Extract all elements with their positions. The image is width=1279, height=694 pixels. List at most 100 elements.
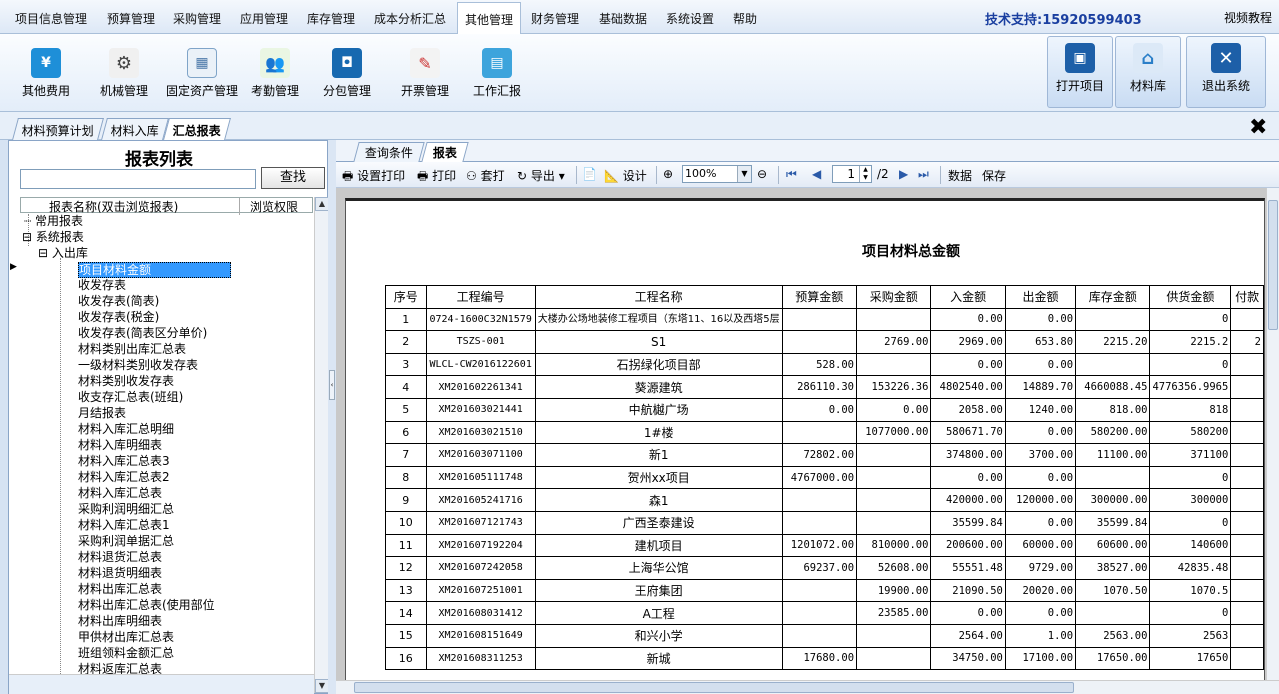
tree-item-report[interactable]: 收发存表(税金) <box>78 310 159 326</box>
horizontal-scroll-thumb[interactable] <box>354 682 1074 693</box>
menu-item-base-data[interactable]: 基础数据 <box>599 10 647 27</box>
work-report-button[interactable]: ▤ 工作汇报 <box>473 48 521 99</box>
report-viewer: 项目材料总金额 序号 工程编号 工程名称 预算金额 采购金额 入金额 出金额 库存金额 供货金额… <box>336 188 1279 694</box>
scroll-up-icon[interactable]: ▲ <box>315 197 329 211</box>
panel-splitter[interactable]: ‹ <box>328 140 336 694</box>
tree-item-report[interactable]: 收支存汇总表(班组) <box>78 390 183 406</box>
report-vertical-scrollbar[interactable] <box>1266 188 1279 680</box>
tree-item-report[interactable]: 材料退货汇总表 <box>78 550 162 566</box>
material-library-button[interactable]: ⌂ 材料库 <box>1115 36 1181 108</box>
page-number-input[interactable]: 1 ▲ ▼ <box>832 165 872 183</box>
tab-query-conditions[interactable]: 查询条件 <box>353 142 425 162</box>
next-page-icon[interactable]: ▶ <box>899 167 908 181</box>
report-cell: XM201608031412 <box>425 601 536 625</box>
subcontract-button[interactable]: ◘ 分包管理 <box>323 48 371 99</box>
tab-report[interactable]: 报表 <box>421 142 469 162</box>
tab-material-inbound[interactable]: 材料入库 <box>101 118 169 140</box>
design-button[interactable]: 📐 设计 <box>604 167 647 184</box>
export-button[interactable]: ↻ 导出 ▾ <box>517 167 565 184</box>
save-button[interactable]: 保存 <box>982 167 1006 184</box>
report-column-header: 出金额 <box>1004 285 1077 309</box>
report-cell: 21090.50 <box>930 578 1006 603</box>
menu-item-inventory[interactable]: 库存管理 <box>307 10 355 27</box>
tree-item-report[interactable]: 材料返库汇总表 <box>78 662 162 674</box>
fixed-assets-button[interactable]: ▦ 固定资产管理 <box>166 48 238 99</box>
first-page-icon[interactable]: ⏮ <box>786 167 797 182</box>
data-button[interactable]: 数据 <box>948 167 972 184</box>
tree-item-report[interactable]: 一级材料类别收发存表 <box>78 358 198 374</box>
machinery-button[interactable]: ⚙ 机械管理 <box>100 48 148 99</box>
tree-item-report[interactable]: 班组领料金额汇总 <box>78 646 174 662</box>
report-cell: 9 <box>385 488 427 512</box>
tree-node-system[interactable]: ⊟ 系统报表 <box>22 230 84 246</box>
close-icon[interactable]: ✖ <box>1249 115 1267 140</box>
overlay-print-button[interactable]: ⚇ 套打 <box>466 167 505 184</box>
tree-item-report[interactable]: 采购利润单据汇总 <box>78 534 174 550</box>
tree-item-report[interactable]: 材料入库汇总表3 <box>78 454 170 470</box>
tree-node-inout[interactable]: ⊟ 入出库 <box>38 246 88 262</box>
zoom-select[interactable]: 100% ▼ <box>682 165 752 183</box>
report-cell: 新城 <box>534 646 783 671</box>
menu-item-other[interactable]: 其他管理 <box>457 2 522 35</box>
prev-page-icon[interactable]: ◀ <box>812 167 821 181</box>
tree-item-report[interactable]: 材料入库明细表 <box>78 438 162 454</box>
page-stepper-icon[interactable]: ▲ ▼ <box>859 166 871 182</box>
tree-item-report[interactable]: 材料类别出库汇总表 <box>78 342 186 358</box>
collapse-left-icon[interactable]: ‹ <box>329 370 335 400</box>
print-button[interactable]: 🖶 打印 <box>417 167 456 188</box>
menu-item-application[interactable]: 应用管理 <box>240 10 288 27</box>
report-cell: 1 <box>385 307 427 332</box>
menu-item-project-info[interactable]: 项目信息管理 <box>15 10 87 27</box>
tree-node-common[interactable]: ┈ 常用报表 <box>24 214 83 230</box>
attendance-button[interactable]: 👥 考勤管理 <box>251 48 299 99</box>
tree-item-report[interactable]: 材料入库汇总表1 <box>78 518 170 534</box>
tree-item-report[interactable]: 材料入库汇总明细 <box>78 422 174 438</box>
menu-item-purchase[interactable]: 采购管理 <box>173 10 221 27</box>
vertical-scroll-thumb[interactable] <box>1268 200 1278 330</box>
menu-item-finance[interactable]: 财务管理 <box>531 10 579 27</box>
report-list-scrollbar[interactable]: ▲ ▼ <box>314 197 329 693</box>
menu-item-budget[interactable]: 预算管理 <box>107 10 155 27</box>
page-setup-button[interactable]: 📄 <box>582 167 597 181</box>
tree-item-report[interactable]: 材料出库明细表 <box>78 614 162 630</box>
report-cell: 0.00 <box>1004 352 1077 377</box>
tree-item-report[interactable]: 收发存表(简表) <box>78 294 159 310</box>
tree-item-report[interactable]: 甲供材出库汇总表 <box>78 630 174 646</box>
tree-item-report[interactable]: 材料出库汇总表 <box>78 582 162 598</box>
find-button[interactable]: 查找 <box>261 167 325 189</box>
video-tutorial-link[interactable]: 视频教程 <box>1224 9 1272 26</box>
scroll-down-icon[interactable]: ▼ <box>315 679 329 693</box>
exit-system-button[interactable]: ✕ 退出系统 <box>1186 36 1266 108</box>
tab-summary-report[interactable]: 汇总报表 <box>163 118 231 140</box>
tree-item-report[interactable]: 材料退货明细表 <box>78 566 162 582</box>
tree-item-report[interactable]: 材料入库汇总表2 <box>78 470 170 486</box>
tree-item-report[interactable]: 材料出库汇总表(使用部位 <box>78 598 215 614</box>
tree-item-report[interactable]: 采购利润明细汇总 <box>78 502 174 518</box>
tree-item-report[interactable]: 材料类别收发存表 <box>78 374 174 390</box>
tab-report-label: 报表 <box>432 146 457 160</box>
report-cell: 0.00 <box>1004 420 1077 445</box>
yen-icon: ¥ <box>31 48 61 78</box>
report-list-footer <box>9 674 314 694</box>
invoice-button[interactable]: ✎ 开票管理 <box>401 48 449 99</box>
tree-item-report[interactable]: 材料入库汇总表 <box>78 486 162 502</box>
menu-item-cost-analysis[interactable]: 成本分析汇总 <box>374 10 446 27</box>
design-icon: 📐 <box>604 169 619 183</box>
open-project-button[interactable]: ▣ 打开项目 <box>1047 36 1113 108</box>
tree-item-report[interactable]: 收发存表 <box>78 278 126 294</box>
other-expense-button[interactable]: ¥ 其他费用 <box>22 48 70 99</box>
tree-item-report[interactable]: 项目材料金额 <box>78 262 231 278</box>
last-page-icon[interactable]: ⏭ <box>918 167 929 182</box>
tree-item-report[interactable]: 收发存表(简表区分单价) <box>78 326 207 342</box>
menu-item-settings[interactable]: 系统设置 <box>666 10 714 27</box>
report-search-input[interactable] <box>20 169 256 189</box>
tab-material-budget-plan[interactable]: 材料预算计划 <box>12 118 104 140</box>
tree-item-report[interactable]: 月结报表 <box>78 406 126 422</box>
zoom-in-icon[interactable]: ⊕ <box>663 167 673 181</box>
zoom-out-icon[interactable]: ⊖ <box>757 167 767 181</box>
report-row: 6 XM201603021510 1#楼 1077000.00 580671.70 0.0… <box>385 420 1264 445</box>
report-cell: WLCL-CW2016122601 <box>425 352 536 377</box>
report-horizontal-scrollbar[interactable] <box>336 680 1279 694</box>
print-setup-button[interactable]: 🖶 设置打印 <box>342 167 405 188</box>
menu-item-help[interactable]: 帮助 <box>733 10 757 27</box>
